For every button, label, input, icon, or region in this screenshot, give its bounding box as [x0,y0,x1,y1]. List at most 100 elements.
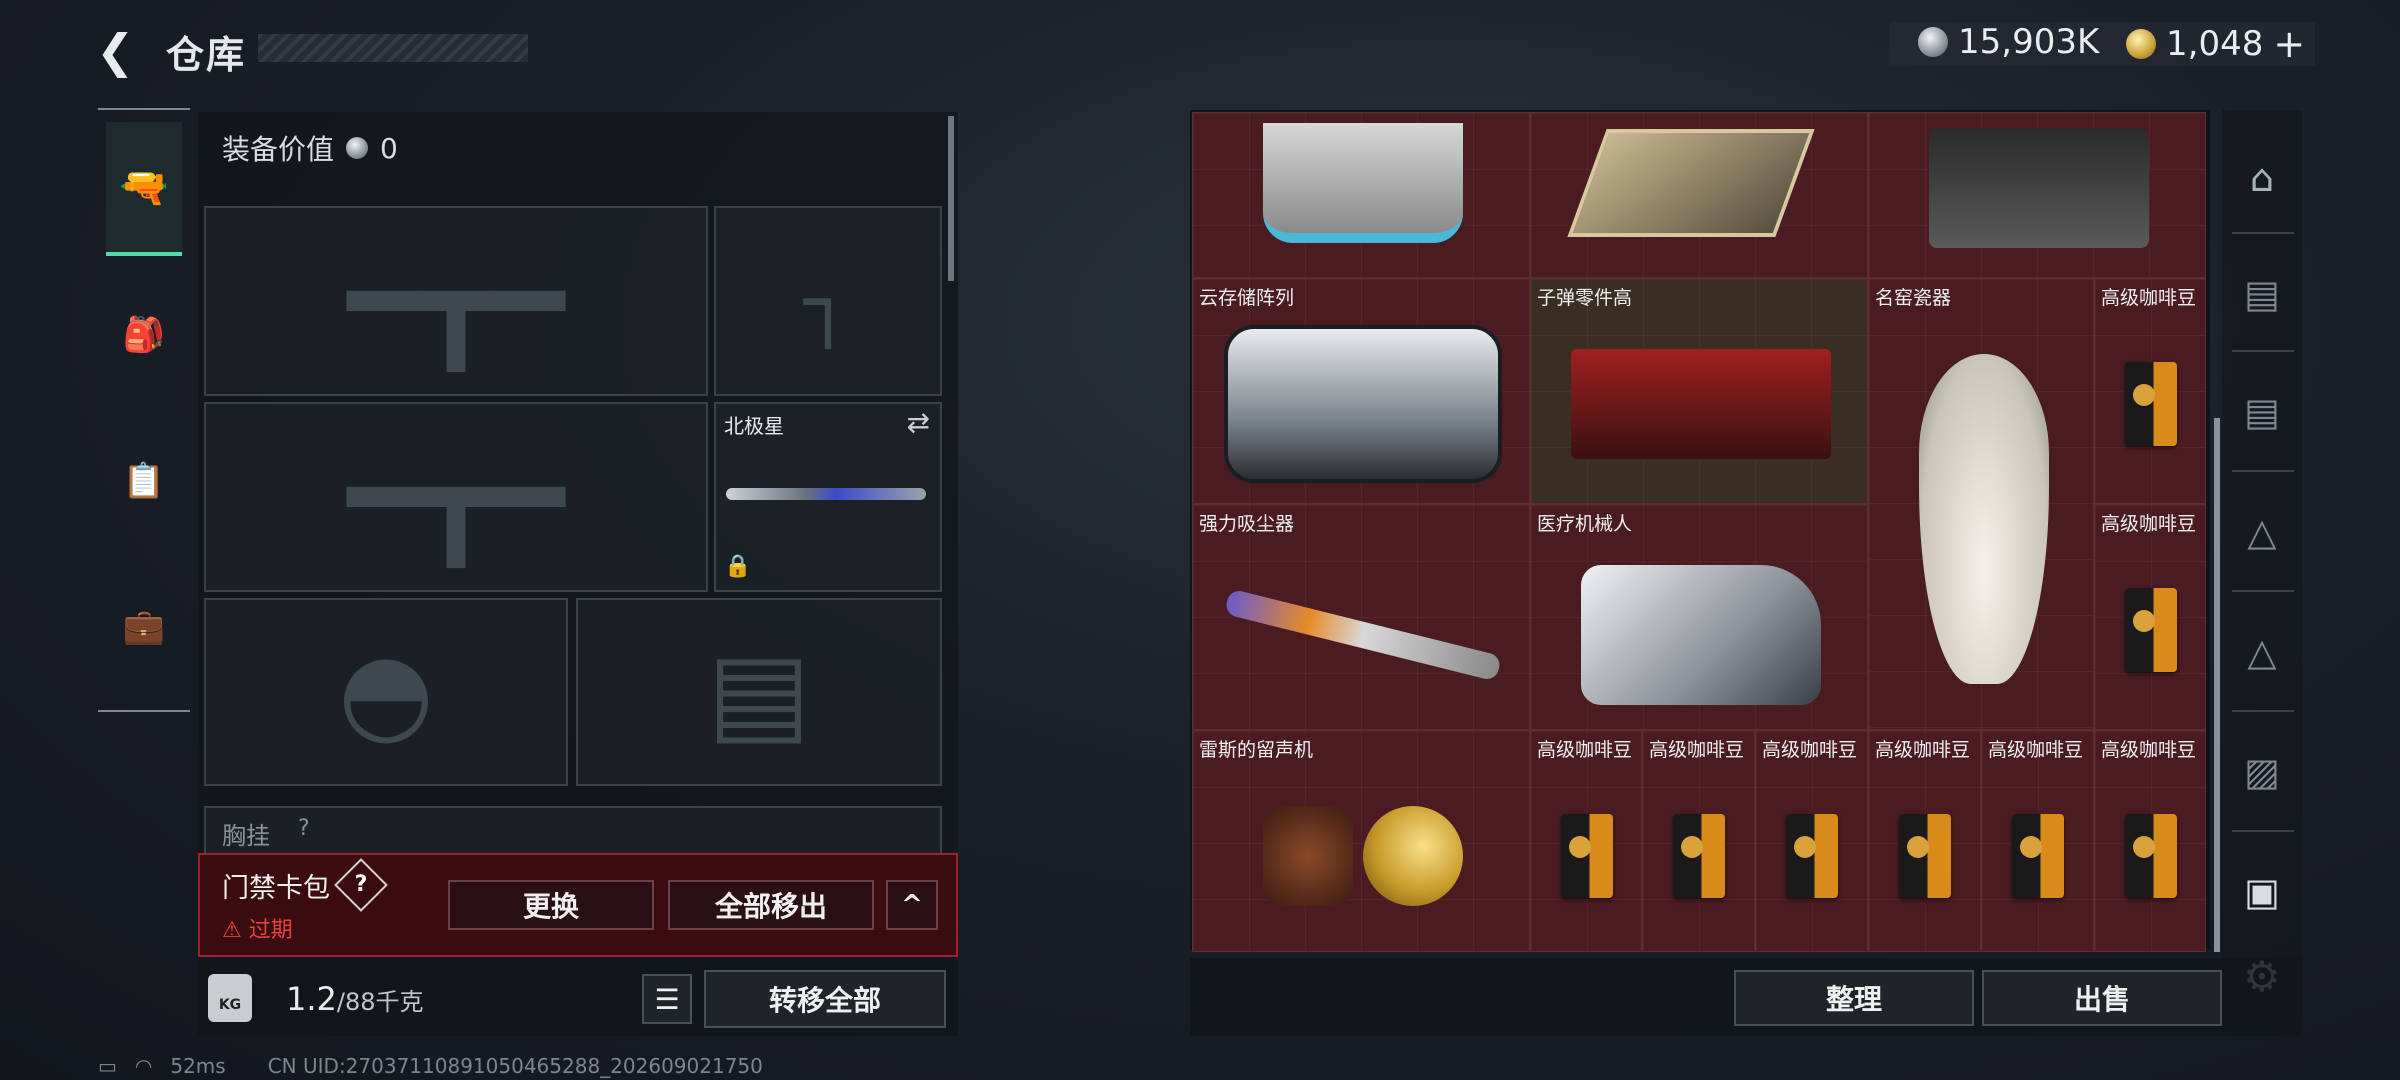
storage-tab-1-icon[interactable]: ▤ [2236,268,2288,320]
stash-scrollbar[interactable] [2214,418,2220,952]
storage-tab-5-icon[interactable]: ▨ [2236,746,2288,798]
sell-button[interactable]: 出售 [1982,970,2222,1026]
loadout-value: 装备价值 0 [222,128,398,168]
weight-max: /88千克 [336,988,424,1016]
secondary-weapon-slot[interactable]: ━┳━ [204,402,708,592]
add-gold-icon[interactable]: + [2273,22,2305,66]
status-bar: ▭ ◠ 52ms CN UID:27037110891050465288_202… [98,1054,763,1078]
wifi-icon: ◠ [134,1054,153,1078]
stash-item[interactable]: 医疗机械人 [1530,504,1868,730]
rifle-silhouette-icon: ━┳━ [347,231,565,371]
item-name: 名窑瓷器 [1875,287,1952,309]
chest-rig-help: ? [298,816,310,841]
tab-weapons[interactable]: 🔫 [106,122,182,256]
tab-rig[interactable]: 📋 [106,416,182,546]
item-name: 高级咖啡豆 [1988,739,2084,761]
stash-item[interactable] [1530,112,1868,278]
warning-icon: ⚠ [222,918,242,943]
storage-tab-2-icon[interactable]: ▤ [2236,386,2288,438]
machine-item-art [1253,113,1473,253]
divider [2232,350,2294,352]
transfer-all-button[interactable]: 转移全部 [704,970,946,1028]
primary-weapon-slot[interactable]: ━┳━ [204,206,708,396]
item-name: 云存储阵列 [1199,287,1295,309]
coffee-bag-art [2095,329,2207,479]
stash-item[interactable] [1868,112,2206,278]
loadout-scrollbar[interactable] [948,116,954,281]
cloud-array-art [1213,319,1513,489]
armor-slot[interactable]: ▤ [576,598,942,786]
item-name: 高级咖啡豆 [1649,739,1745,761]
melee-slot[interactable]: 北极星 ⇄ 🔒 [714,402,942,592]
chest-rig-slot[interactable]: 胸挂 ? [204,806,942,854]
vacuum-art [1213,555,1513,715]
tab-armor[interactable]: 🎒 [106,270,182,400]
gold-currency[interactable]: 1,048 + [2126,22,2305,66]
stash-item[interactable]: 高级咖啡豆 [2094,730,2206,952]
stash-item[interactable]: 高级咖啡豆 [1981,730,2094,952]
silver-coin-icon [1918,27,1948,57]
melee-name: 北极星 [724,414,784,438]
knife-icon [726,488,926,500]
stash-item[interactable]: 高级咖啡豆 [2094,278,2206,504]
coffee-bag-art [2095,555,2207,705]
ping: 52ms [170,1054,226,1078]
tab-cases[interactable]: 💼 [106,562,182,692]
helmet-slot[interactable]: ◓ [204,598,568,786]
stash-home-icon[interactable]: ⌂ [2236,152,2288,204]
stash-item[interactable]: 高级咖啡豆 [1755,730,1868,952]
remove-all-button[interactable]: 全部移出 [668,880,874,930]
chest-rig-icon: 📋 [122,461,166,501]
gold-amount: 1,048 [2166,24,2264,64]
weight-icon: KG [208,974,252,1022]
circuit-board-art [1567,113,1815,253]
sort-button[interactable]: 整理 [1734,970,1974,1026]
stash-item[interactable]: 子弹零件高 [1530,278,1868,504]
pistol-slot[interactable]: ┐ [714,206,942,396]
silver-coin-icon [346,137,369,159]
storage-tab-3-icon[interactable]: △ [2236,506,2288,558]
item-name: 雷斯的留声机 [1199,739,1314,761]
stash-item[interactable]: 高级咖啡豆 [1530,730,1642,952]
medical-robot-art [1551,545,1851,725]
stash-item[interactable]: 云存储阵列 [1192,278,1530,504]
weight-current: 1.2 [286,980,337,1018]
stash-item[interactable]: 高级咖啡豆 [2094,504,2206,730]
ammo-parts-art [1551,319,1851,489]
collapse-button[interactable]: ^ [886,880,938,930]
vest-silhouette-icon: ▤ [707,628,811,756]
expired-label: 过期 [248,918,293,943]
title-stripe [258,34,528,62]
stash-item[interactable]: 名窑瓷器 [1868,278,2094,730]
stash-item[interactable]: 高级咖啡豆 [1868,730,1981,952]
silver-amount: 15,903K [1958,22,2100,62]
stash-item[interactable]: 高级咖啡豆 [1642,730,1755,952]
item-name: 强力吸尘器 [1199,513,1295,535]
swap-icon[interactable]: ⇄ [907,406,930,439]
help-icon[interactable]: ? [342,866,380,904]
backpack-icon: 🎒 [122,315,166,355]
rifle-silhouette-icon: ━┳━ [347,427,565,567]
item-name: 高级咖啡豆 [2101,739,2197,761]
item-name: 高级咖啡豆 [2101,287,2197,309]
expired-status: ⚠ 过期 [222,912,293,944]
storage-tab-4-icon[interactable]: △ [2236,626,2288,678]
silver-currency[interactable]: 15,903K [1918,22,2099,62]
coffee-bag-art [1982,781,2094,931]
storage-settings-icon[interactable]: ▣ [2236,866,2288,918]
loadout-value-label: 装备价值 [222,133,335,166]
left-tab-column: 🔫 🎒 📋 💼 [98,108,190,712]
replace-button[interactable]: 更换 [448,880,654,930]
coffee-bag-art [1531,781,1643,931]
stash-item[interactable] [1192,112,1530,278]
divider [2232,590,2294,592]
item-name: 高级咖啡豆 [1875,739,1971,761]
stash-item[interactable]: 强力吸尘器 [1192,504,1530,730]
keycard-title: 门禁卡包 [222,873,330,904]
list-icon: ☰ [654,982,680,1016]
gramophone-art [1233,771,1493,941]
list-view-button[interactable]: ☰ [642,974,692,1024]
pistol-silhouette-icon: ┐ [803,254,853,348]
stash-item[interactable]: 雷斯的留声机 [1192,730,1530,952]
back-arrow-icon[interactable]: ❮ [96,26,146,76]
